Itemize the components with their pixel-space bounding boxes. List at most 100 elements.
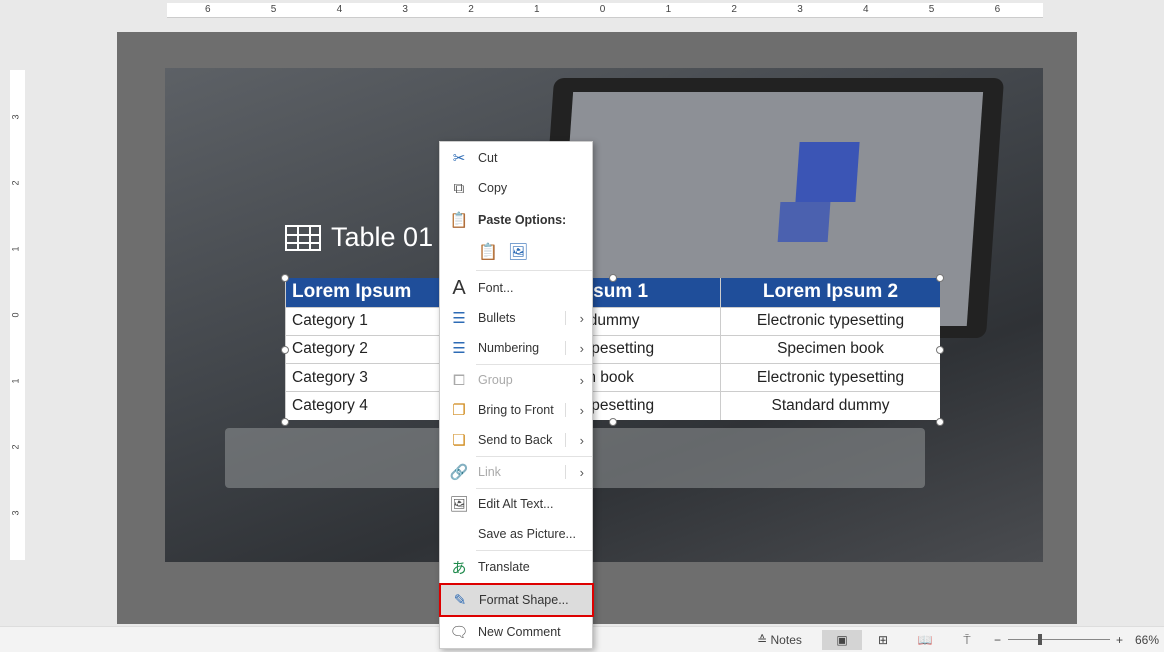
menu-item-group[interactable]: ⧠ Group › [440,365,592,395]
label: Numbering [478,341,540,355]
menu-item-cut[interactable]: ✂ Cut [440,143,592,173]
label: Save as Picture... [478,527,576,541]
table-row: Category 4Electronic typesettingStandard… [285,391,940,421]
label: Paste Options: [478,213,567,227]
ruler-label: 5 [928,4,935,15]
ruler-label: 3 [797,4,803,15]
resize-handle[interactable] [281,346,289,354]
menu-item-save-as-picture[interactable]: Save as Picture... [440,519,592,549]
paste-keep-formatting-icon[interactable]: 📋 [478,242,508,262]
ruler-label: 5 [270,4,277,15]
resize-handle[interactable] [936,418,944,426]
chevron-right-icon: › [579,432,584,448]
zoom-level[interactable]: 66% [1132,630,1162,650]
label: New Comment [478,625,561,639]
ruler-label: 1 [10,246,21,252]
ruler-label: 4 [863,4,869,15]
cell[interactable]: Specimen book [720,334,940,364]
zoom-in-button[interactable]: + [1112,630,1127,650]
book-icon: 📖 [917,633,933,647]
scissors-icon: ✂ [452,150,466,167]
menu-item-new-comment[interactable]: 🗨 New Comment [440,617,592,647]
label: Format Shape... [479,593,569,607]
comment-icon: 🗨 [449,624,469,641]
paste-options-header: 📋 Paste Options: [440,205,592,235]
ruler-label: 0 [10,312,21,318]
table-row: Category 3Specimen bookElectronic typese… [285,363,940,392]
ruler-label: 0 [599,4,606,15]
ruler-label: 3 [10,114,21,120]
zoom-thumb[interactable] [1038,634,1042,645]
ruler-label: 3 [10,510,21,516]
label: Edit Alt Text... [478,497,554,511]
table-icon [285,224,321,251]
chevron-right-icon: › [579,464,584,480]
ruler-label: 1 [10,378,21,384]
cell[interactable]: Category 2 [285,334,441,364]
title-text: Table 01 [331,222,434,252]
label: Bring to Front [478,403,554,417]
menu-item-format-shape[interactable]: ✎ Format Shape... [439,583,594,617]
menu-item-send-to-back[interactable]: ❏ Send to Back › [440,425,592,455]
font-icon: A [452,276,466,299]
chevron-right-icon: › [579,402,584,418]
paste-picture-icon[interactable]: 🖼 [508,242,538,262]
link-icon: 🔗 [449,464,469,481]
ruler-label: 1 [665,4,672,15]
menu-item-bring-to-front[interactable]: ❐ Bring to Front › [440,395,592,425]
slide-canvas[interactable]: Table 01 Lorem Ipsum Lorem Ipsum 1 Lorem… [117,32,1077,624]
header-cell[interactable]: Lorem Ipsum 2 [720,278,940,307]
ruler-label: 2 [731,4,737,15]
resize-handle[interactable] [936,346,944,354]
cell[interactable]: Standard dummy [720,391,940,421]
slideshow-button[interactable]: ⍑ [952,630,982,650]
resize-handle[interactable] [609,418,617,426]
table-row: Category 1Standard dummyElectronic types… [285,306,940,336]
table-row: Category 2Electronic typesettingSpecimen… [285,334,940,364]
cell[interactable]: Category 1 [285,306,441,336]
resize-handle[interactable] [281,274,289,282]
label: Copy [478,181,508,195]
data-table[interactable]: Lorem Ipsum Lorem Ipsum 1 Lorem Ipsum 2 … [285,278,940,421]
group-icon: ⧠ [452,371,465,389]
cell[interactable]: Electronic typesetting [720,363,940,392]
menu-item-edit-alt-text[interactable]: 🖼 Edit Alt Text... [440,489,592,519]
reading-view-button[interactable]: 📖 [910,630,940,650]
presentation-icon: ⍑ [963,632,971,647]
label: Translate [478,560,530,574]
slide-sorter-button[interactable]: ⊞ [868,630,898,650]
normal-view-button[interactable]: ▣ [822,630,862,650]
copy-icon: ⧉ [453,179,465,197]
resize-handle[interactable] [609,274,617,282]
table-header-row: Lorem Ipsum Lorem Ipsum 1 Lorem Ipsum 2 [285,278,940,307]
ruler-label: 2 [468,4,474,15]
slide-title[interactable]: Table 01 [285,222,433,253]
label: 66% [1134,633,1160,647]
normal-view-icon: ▣ [836,633,848,647]
notes-button[interactable]: ≙ Notes [752,630,807,650]
cell[interactable]: Category 4 [285,391,441,421]
cell[interactable]: Electronic typesetting [720,306,940,336]
bullets-icon: ☰ [452,310,466,327]
menu-item-numbering[interactable]: ☰ Numbering › [440,333,592,363]
menu-item-font[interactable]: A Font... [440,273,592,303]
ruler-label: 3 [402,4,408,15]
resize-handle[interactable] [281,418,289,426]
horizontal-ruler: 6 5 4 3 2 1 0 1 2 3 4 5 6 [167,3,1043,18]
clipboard-icon: 📋 [449,212,469,229]
context-menu: ✂ Cut ⧉ Copy 📋 Paste Options: 📋 🖼 A Font... … [439,141,594,649]
menu-item-translate[interactable]: あ Translate [440,552,592,582]
menu-item-link[interactable]: 🔗 Link › [440,457,592,487]
label: Font... [478,281,514,295]
ruler-label: 2 [10,444,21,450]
menu-item-copy[interactable]: ⧉ Copy [440,173,592,203]
alt-text-icon: 🖼 [449,496,469,513]
header-cell[interactable]: Lorem Ipsum [285,278,441,307]
resize-handle[interactable] [936,274,944,282]
cell[interactable]: Category 3 [285,363,441,392]
zoom-out-button[interactable]: − [990,630,1005,650]
zoom-slider[interactable] [1008,634,1110,645]
label: Group [478,373,513,387]
bring-front-icon: ❐ [452,402,466,419]
menu-item-bullets[interactable]: ☰ Bullets › [440,303,592,333]
